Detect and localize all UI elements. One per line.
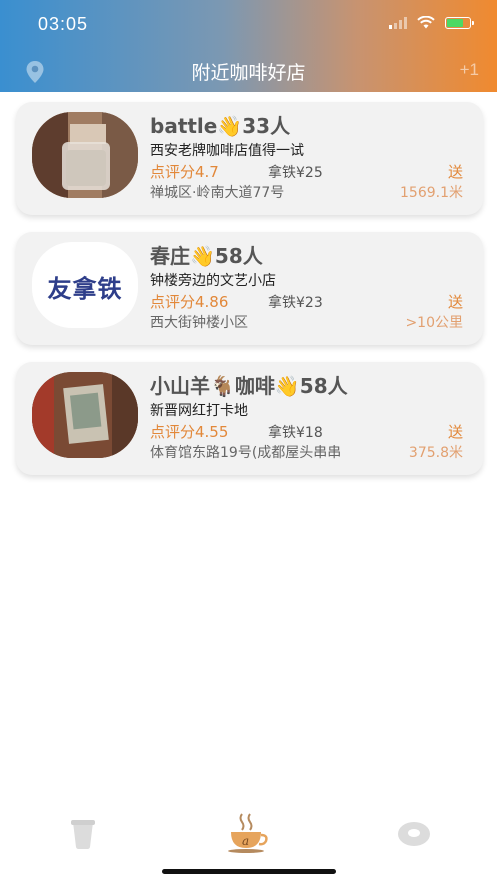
delivery-badge: 送 <box>447 163 463 181</box>
shop-thumbnail <box>32 112 138 198</box>
svg-text:a: a <box>242 834 249 848</box>
shop-distance: 375.8米 <box>408 445 463 461</box>
coffee-cup-icon[interactable]: a <box>226 810 270 854</box>
shop-address: 西大街钟楼小区 <box>150 315 248 331</box>
battery-icon <box>445 16 474 29</box>
shop-rating: 点评分4.86 <box>150 293 229 311</box>
page-title: 附近咖啡好店 <box>191 62 306 84</box>
cup-icon[interactable] <box>68 818 98 850</box>
shop-address: 禅城区·岭南大道77号 <box>150 185 285 201</box>
wifi-icon <box>417 16 435 29</box>
shop-card[interactable]: battle👋33人 西安老牌咖啡店值得一试 点评分4.7 拿铁¥25 送 禅城… <box>16 102 483 215</box>
shop-rating: 点评分4.7 <box>150 163 219 181</box>
shop-address: 体育馆东路19号(成都屋头串串 <box>150 445 342 461</box>
delivery-badge: 送 <box>447 423 463 441</box>
tab-bar: a <box>0 800 497 860</box>
shop-name: battle👋33人 <box>150 114 291 138</box>
shop-thumbnail <box>32 372 138 458</box>
shop-card[interactable]: 小山羊🐐咖啡👋58人 新晋网红打卡地 点评分4.55 拿铁¥18 送 体育馆东路… <box>16 362 483 475</box>
shop-description: 新晋网红打卡地 <box>150 403 248 419</box>
delivery-badge: 送 <box>447 293 463 311</box>
shop-rating: 点评分4.55 <box>150 423 229 441</box>
shop-card[interactable]: 友拿铁 春庄👋58人 钟楼旁边的文艺小店 点评分4.86 拿铁¥23 送 西大街… <box>16 232 483 345</box>
signal-icon <box>389 16 407 29</box>
status-icons <box>389 16 474 29</box>
shop-price: 拿铁¥18 <box>268 425 323 441</box>
shop-distance: >10公里 <box>405 315 463 331</box>
shop-name: 春庄👋58人 <box>150 244 263 268</box>
plus-one-button[interactable]: +1 <box>460 60 479 80</box>
shop-distance: 1569.1米 <box>400 185 463 201</box>
shop-description: 西安老牌咖啡店值得一试 <box>150 143 304 159</box>
home-indicator <box>162 869 336 874</box>
shop-logo: 友拿铁 <box>32 242 138 328</box>
shop-name: 小山羊🐐咖啡👋58人 <box>150 374 348 398</box>
shop-price: 拿铁¥23 <box>268 295 323 311</box>
status-time: 03:05 <box>38 14 89 34</box>
shop-price: 拿铁¥25 <box>268 165 323 181</box>
shop-logo-text: 友拿铁 <box>47 275 123 303</box>
shop-description: 钟楼旁边的文艺小店 <box>150 273 276 289</box>
donut-icon[interactable] <box>397 820 431 848</box>
top-bar: 03:05 附近咖啡好店 +1 <box>0 0 497 92</box>
